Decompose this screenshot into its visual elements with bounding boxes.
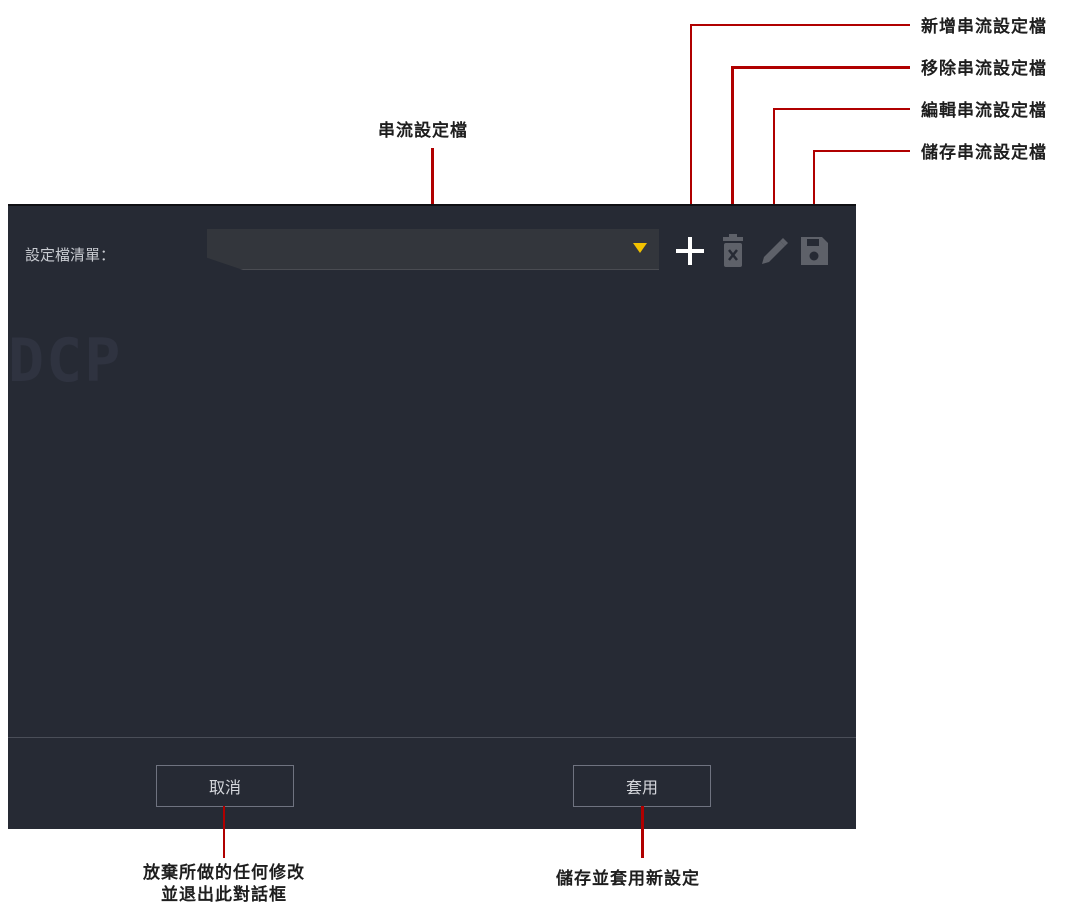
watermark-logo: DCP <box>8 326 123 396</box>
dropdown-arrow-icon <box>633 243 647 253</box>
trash-icon <box>718 234 748 268</box>
leader-add-h <box>690 24 910 26</box>
profile-dropdown[interactable] <box>207 229 659 270</box>
apply-button[interactable]: 套用 <box>573 765 711 807</box>
leader-remove-h <box>731 66 910 69</box>
cancel-button[interactable]: 取消 <box>156 765 294 807</box>
callout-apply-desc: 儲存並套用新設定 <box>556 869 700 889</box>
stream-profile-dialog: 設定檔清單： DCP 取消 套用 <box>8 204 856 829</box>
callout-stream-profile: 串流設定檔 <box>378 121 468 141</box>
callout-edit-profile: 編輯串流設定檔 <box>921 101 1047 121</box>
plus-icon[interactable] <box>675 234 705 268</box>
leader-cancel-v <box>223 806 225 858</box>
pencil-icon <box>758 234 788 268</box>
leader-edit-h <box>773 108 910 110</box>
profile-list-label: 設定檔清單： <box>25 246 116 264</box>
leader-apply-v <box>641 806 644 858</box>
leader-save-h <box>813 150 910 152</box>
floppy-disk-icon <box>799 234 829 268</box>
callout-cancel-desc-line1: 放棄所做的任何修改 <box>143 863 305 883</box>
footer-divider <box>8 737 856 738</box>
callout-remove-profile: 移除串流設定檔 <box>921 59 1047 79</box>
callout-cancel-desc-line2: 並退出此對話框 <box>161 885 287 905</box>
callout-add-profile: 新增串流設定檔 <box>921 17 1047 37</box>
callout-cancel-desc: 放棄所做的任何修改 並退出此對話框 <box>118 862 330 906</box>
callout-save-profile: 儲存串流設定檔 <box>921 143 1047 163</box>
